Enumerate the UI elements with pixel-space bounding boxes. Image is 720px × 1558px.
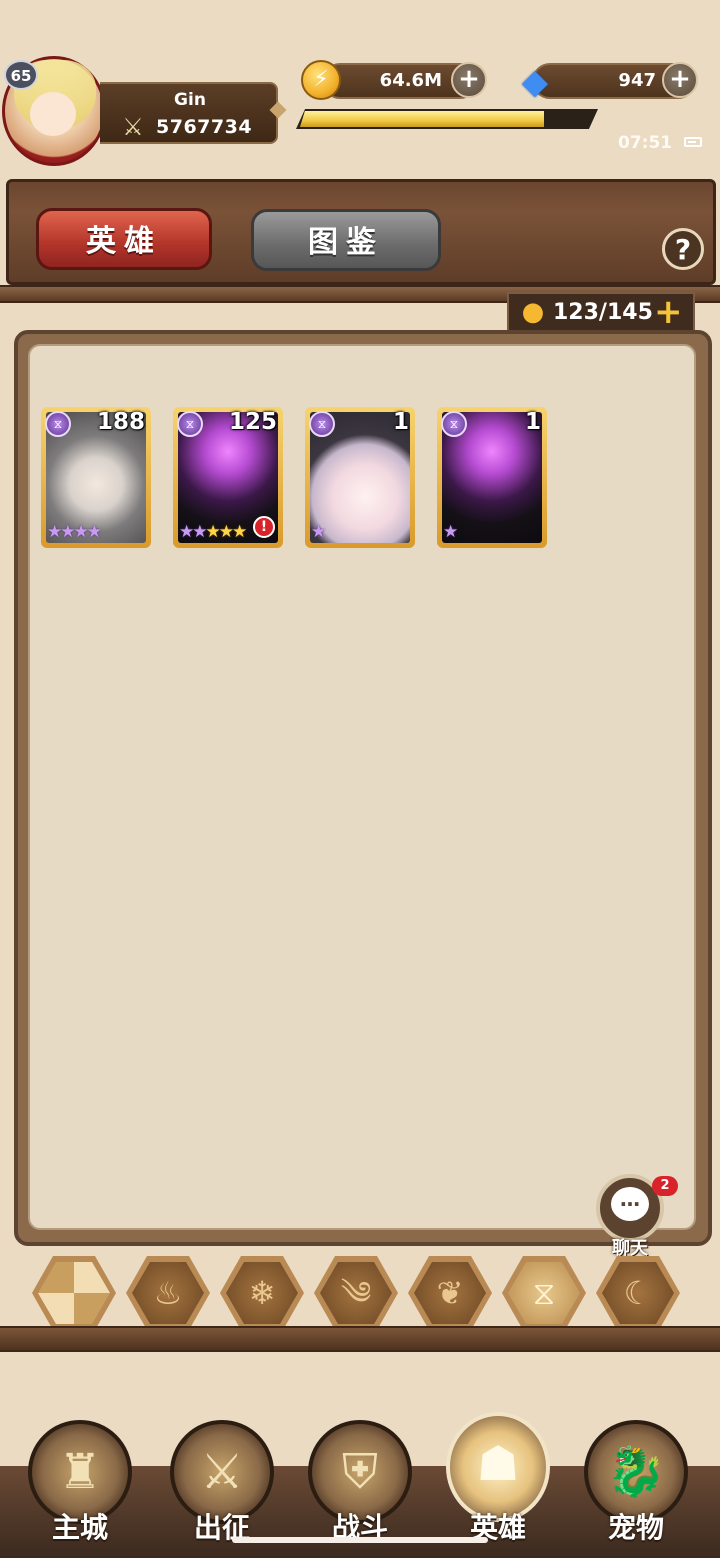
- fire-icon: ♨: [132, 1262, 204, 1324]
- wind-icon: ༄: [320, 1262, 392, 1324]
- purple-stars: ★: [311, 522, 326, 542]
- clock: 07:51: [618, 133, 673, 153]
- tab-codex[interactable]: 图鉴: [251, 209, 441, 271]
- energy-bar-fill: [300, 111, 544, 127]
- crossed-swords-icon: ⚔: [122, 113, 144, 141]
- hero-level: 1: [392, 409, 409, 435]
- dragon-pet-icon: 🐉: [606, 1444, 666, 1500]
- hero-count: 123/145: [553, 300, 653, 325]
- light-icon: ⧖: [508, 1262, 580, 1324]
- chat-bubble-icon: …: [611, 1187, 649, 1221]
- battery-icon: [684, 137, 702, 147]
- hero-card[interactable]: ⧖ 1 ★: [437, 407, 547, 548]
- add-gems-button[interactable]: +: [662, 62, 698, 98]
- filter-nature[interactable]: ❦: [408, 1256, 492, 1330]
- hero-level: 125: [228, 409, 277, 435]
- class-icon: ⧖: [309, 411, 335, 437]
- class-icon: ⧖: [177, 411, 203, 437]
- all-elements-icon: [38, 1262, 110, 1324]
- crossed-axes-icon: ⚔: [200, 1444, 244, 1500]
- expand-capacity-button[interactable]: +: [654, 294, 683, 330]
- filter-all[interactable]: [32, 1256, 116, 1330]
- nav-label-pets: 宠物: [607, 1511, 664, 1544]
- filter-wind[interactable]: ༄: [314, 1256, 398, 1330]
- dark-icon: ☾: [602, 1262, 674, 1324]
- player-level-badge: 65: [4, 60, 38, 90]
- filter-light[interactable]: ⧖: [502, 1256, 586, 1330]
- tab-heroes[interactable]: 英雄: [36, 208, 212, 270]
- player-name: Gin: [174, 90, 206, 110]
- gold-coin-icon: ⚡: [301, 60, 341, 100]
- add-gold-button[interactable]: +: [451, 62, 487, 98]
- castle-icon: ♜: [58, 1444, 102, 1500]
- gold-stars: ★★★: [205, 522, 247, 542]
- hero-card[interactable]: ⧖ 188 ★★★★: [41, 407, 151, 548]
- purple-stars: ★★★★: [47, 522, 102, 542]
- hero-level: 1: [524, 409, 541, 435]
- nature-icon: ❦: [414, 1262, 486, 1324]
- ice-icon: ❄: [226, 1262, 298, 1324]
- avatar-face: [30, 92, 76, 136]
- alert-icon: !: [253, 516, 275, 538]
- person-icon: ●: [521, 297, 545, 327]
- diamond-icon: ◆: [521, 62, 549, 102]
- help-button[interactable]: ?: [662, 228, 704, 270]
- home-indicator[interactable]: [232, 1537, 488, 1543]
- purple-stars: ★★: [179, 522, 208, 542]
- class-icon: ⧖: [45, 411, 71, 437]
- hero-stars: ★: [311, 522, 326, 542]
- class-icon: ⧖: [441, 411, 467, 437]
- hero-stars: ★★★★★: [179, 522, 247, 542]
- filter-fire[interactable]: ♨: [126, 1256, 210, 1330]
- hero-card[interactable]: ⧖ 125 ★★★★★ !: [173, 407, 283, 548]
- hero-card[interactable]: ⧖ 1 ★: [305, 407, 415, 548]
- filter-shelf: [0, 1326, 720, 1352]
- gem-amount: 947: [618, 70, 656, 91]
- gold-amount: 64.6M: [379, 70, 442, 91]
- chat-unread-badge: 2: [652, 1176, 678, 1196]
- combat-power-value: 5767734: [156, 116, 253, 138]
- battle-shield-icon: ⛨: [341, 1444, 378, 1500]
- nav-label-castle: 主城: [51, 1511, 108, 1544]
- hero-stars: ★: [443, 522, 458, 542]
- filter-dark[interactable]: ☾: [596, 1256, 680, 1330]
- hero-stars: ★★★★: [47, 522, 102, 542]
- hooded-hero-icon: ☗: [476, 1436, 520, 1492]
- filter-ice[interactable]: ❄: [220, 1256, 304, 1330]
- purple-stars: ★: [443, 522, 458, 542]
- hero-level: 188: [96, 409, 145, 435]
